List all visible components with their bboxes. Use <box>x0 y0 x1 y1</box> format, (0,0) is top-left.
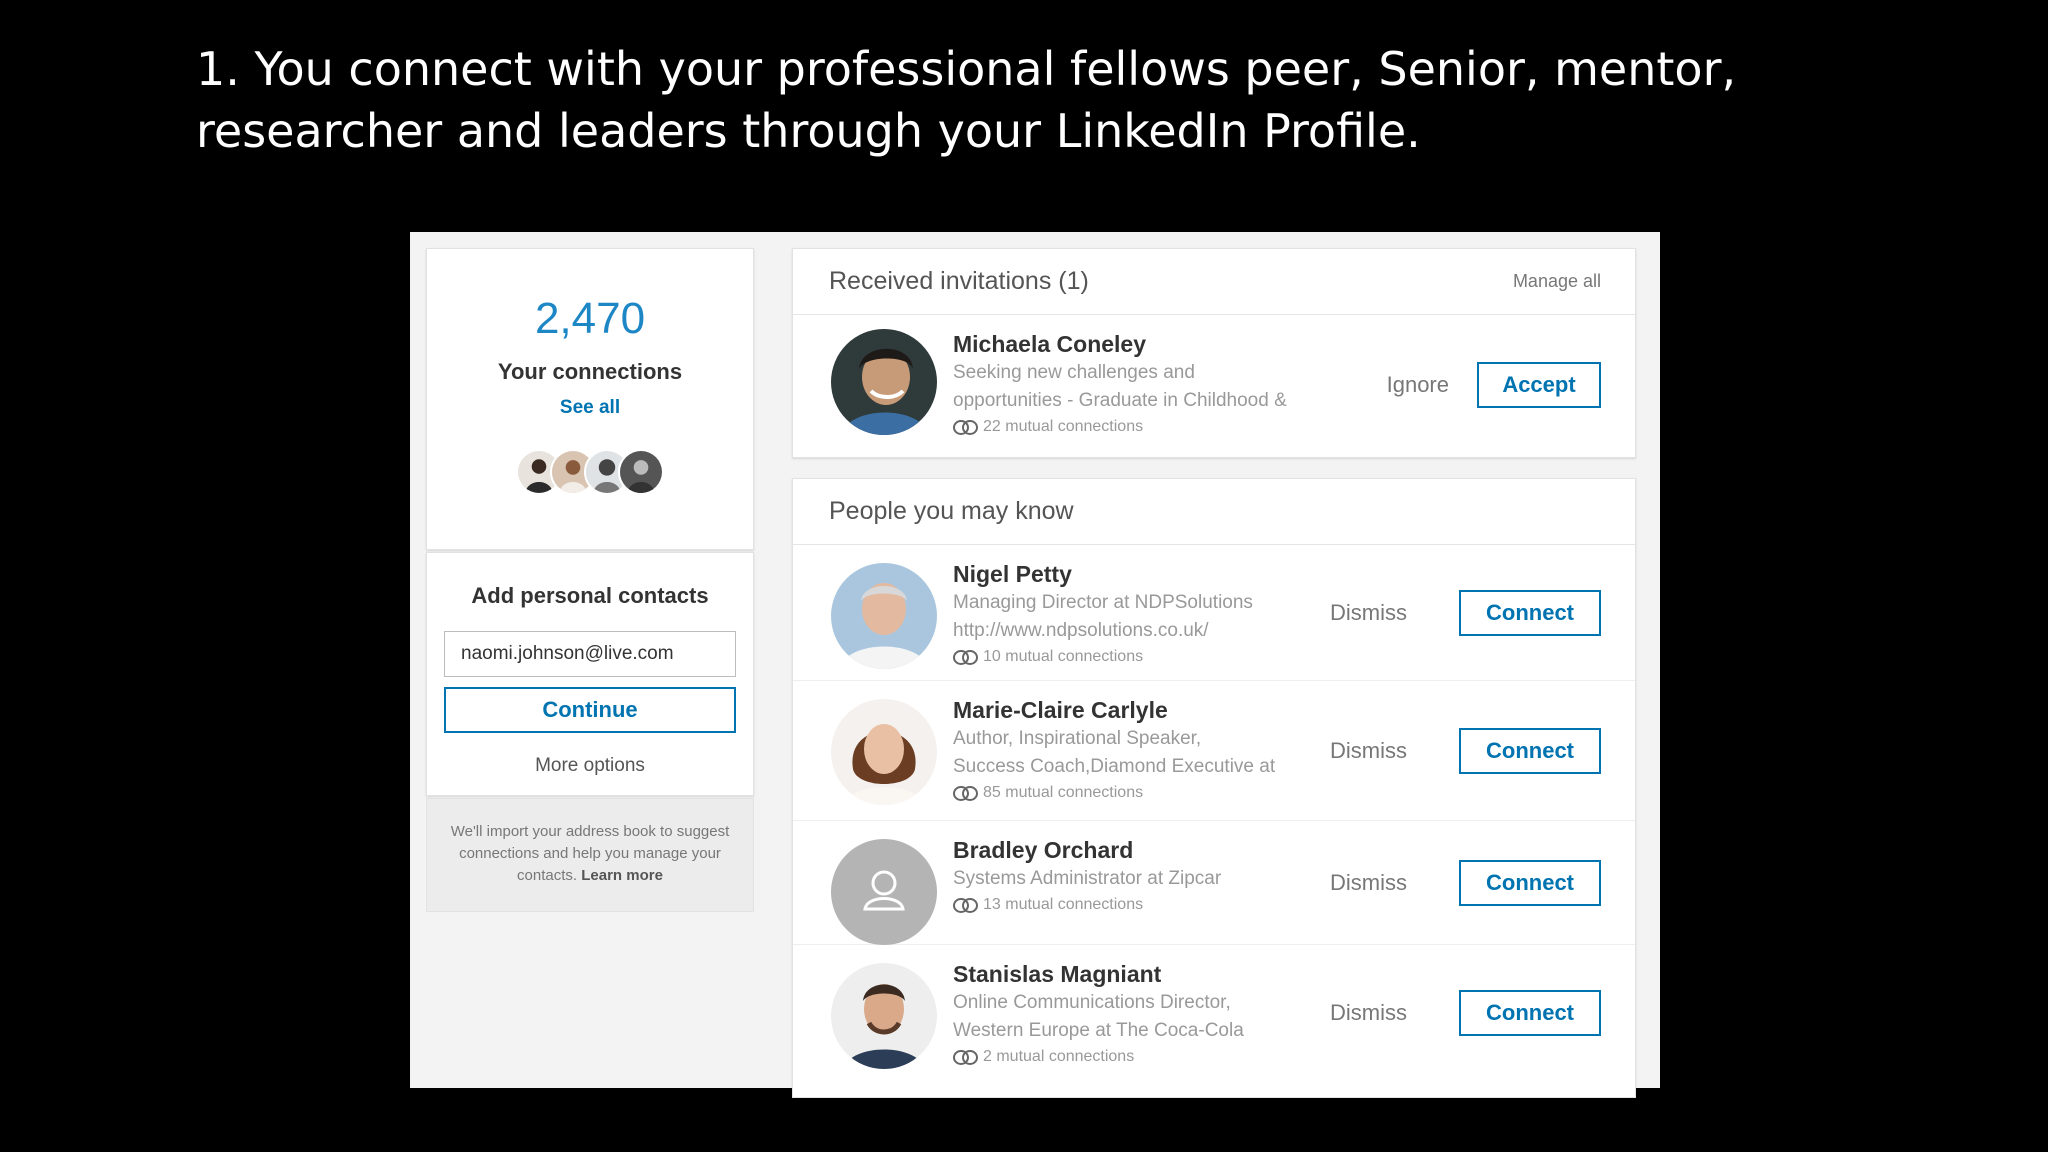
avatar[interactable] <box>831 563 937 669</box>
mutual-connections-text: 10 mutual connections <box>983 648 1144 665</box>
connect-button[interactable]: Connect <box>1459 990 1601 1036</box>
mutual-connections-text: 22 mutual connections <box>983 418 1144 435</box>
continue-button[interactable]: Continue <box>444 687 736 733</box>
add-contacts-panel: Add personal contacts Continue More opti… <box>426 552 754 796</box>
person-name[interactable]: Bradley Orchard <box>953 835 1353 865</box>
see-all-link[interactable]: See all <box>427 397 753 419</box>
email-field[interactable] <box>444 631 736 677</box>
mutual-connections: 13 mutual connections <box>953 893 1353 917</box>
slide: 1. You connect with your professional fe… <box>0 0 2048 1152</box>
person-name[interactable]: Stanislas Magniant <box>953 959 1353 989</box>
person-headline: http://www.ndpsolutions.co.uk/ <box>953 620 1209 641</box>
connection-avatars[interactable] <box>510 449 670 497</box>
person-headline: opportunities - Graduate in Childhood & <box>953 390 1287 411</box>
connect-button[interactable]: Connect <box>1459 859 1601 906</box>
mutual-connections: 22 mutual connections <box>953 415 1353 439</box>
invitations-panel: Received invitations (1) Manage all Mich… <box>792 248 1636 458</box>
suggestion-row: Marie-Claire Carlyle Author, Inspiration… <box>793 681 1635 821</box>
invitations-title: Received invitations (1) <box>829 267 1089 295</box>
mutual-connections-icon <box>953 898 978 914</box>
dismiss-button[interactable]: Dismiss <box>1330 738 1407 764</box>
person-name[interactable]: Marie-Claire Carlyle <box>953 695 1353 725</box>
linkedin-network-screenshot: 2,470 Your connections See all Add perso… <box>410 232 1660 1098</box>
import-note: We'll import your address book to sugges… <box>426 798 754 912</box>
avatar <box>618 449 664 495</box>
connect-button[interactable]: Connect <box>1459 727 1601 774</box>
person-headline: Managing Director at NDPSolutions <box>953 592 1253 613</box>
pymk-header: People you may know <box>793 479 1635 545</box>
person-headline: Seeking new challenges and <box>953 362 1195 383</box>
avatar[interactable] <box>831 329 937 435</box>
connect-button[interactable]: Connect <box>1459 589 1601 636</box>
person-info: Nigel Petty Managing Director at NDPSolu… <box>953 559 1353 669</box>
slide-title-line-1: 1. You connect with your professional fe… <box>196 42 1737 96</box>
manage-all-link[interactable]: Manage all <box>1513 271 1601 292</box>
left-column: 2,470 Your connections See all Add perso… <box>426 248 754 1142</box>
people-you-may-know-panel: People you may know Nigel Petty Managing… <box>792 478 1636 1098</box>
suggestion-row: Bradley Orchard Systems Administrator at… <box>793 821 1635 945</box>
person-headline: Author, Inspirational Speaker, <box>953 728 1202 749</box>
mutual-connections-icon <box>953 1050 978 1066</box>
person-headline: Western Europe at The Coca-Cola <box>953 1020 1244 1041</box>
accept-button[interactable]: Accept <box>1477 362 1601 408</box>
dismiss-button[interactable]: Dismiss <box>1330 1000 1407 1026</box>
suggestion-row: Stanislas Magniant Online Communications… <box>793 945 1635 1081</box>
slide-title: 1. You connect with your professional fe… <box>196 38 1756 162</box>
suggestion-row: Nigel Petty Managing Director at NDPSolu… <box>793 545 1635 681</box>
mutual-connections: 85 mutual connections <box>953 781 1353 805</box>
mutual-connections: 10 mutual connections <box>953 645 1353 669</box>
avatar[interactable] <box>831 699 937 805</box>
slide-title-line-2: researcher and leaders through your Link… <box>196 104 1421 158</box>
pymk-title: People you may know <box>829 497 1074 525</box>
connections-count: 2,470 <box>534 294 646 343</box>
person-info: Bradley Orchard Systems Administrator at… <box>953 835 1353 917</box>
person-name[interactable]: Nigel Petty <box>953 559 1353 589</box>
connections-label: Your connections <box>497 359 683 384</box>
mutual-connections-text: 85 mutual connections <box>983 784 1144 801</box>
mutual-connections-text: 2 mutual connections <box>983 1048 1135 1065</box>
person-info: Michaela Coneley Seeking new challenges … <box>953 329 1353 439</box>
connections-panel: 2,470 Your connections See all <box>426 248 754 550</box>
person-headline: Online Communications Director, <box>953 992 1231 1013</box>
more-options-link[interactable]: More options <box>427 755 753 777</box>
invitation-row: Michaela Coneley Seeking new challenges … <box>793 315 1635 455</box>
dismiss-button[interactable]: Dismiss <box>1330 600 1407 626</box>
ignore-button[interactable]: Ignore <box>1387 372 1449 398</box>
person-headline: Systems Administrator at Zipcar <box>953 868 1222 889</box>
dismiss-button[interactable]: Dismiss <box>1330 870 1407 896</box>
user-silhouette-icon[interactable] <box>831 839 937 945</box>
avatar[interactable] <box>831 963 937 1069</box>
mutual-connections-icon <box>953 650 978 666</box>
person-name[interactable]: Michaela Coneley <box>953 329 1353 359</box>
person-info: Stanislas Magniant Online Communications… <box>953 959 1353 1069</box>
person-info: Marie-Claire Carlyle Author, Inspiration… <box>953 695 1353 805</box>
person-headline: Success Coach,Diamond Executive at <box>953 756 1276 777</box>
invitations-header: Received invitations (1) Manage all <box>793 249 1635 315</box>
learn-more-link[interactable]: Learn more <box>581 867 663 884</box>
add-contacts-title: Add personal contacts <box>471 583 709 608</box>
mutual-connections: 2 mutual connections <box>953 1045 1353 1069</box>
mutual-connections-icon <box>953 786 978 802</box>
mutual-connections-icon <box>953 420 978 436</box>
mutual-connections-text: 13 mutual connections <box>983 896 1144 913</box>
